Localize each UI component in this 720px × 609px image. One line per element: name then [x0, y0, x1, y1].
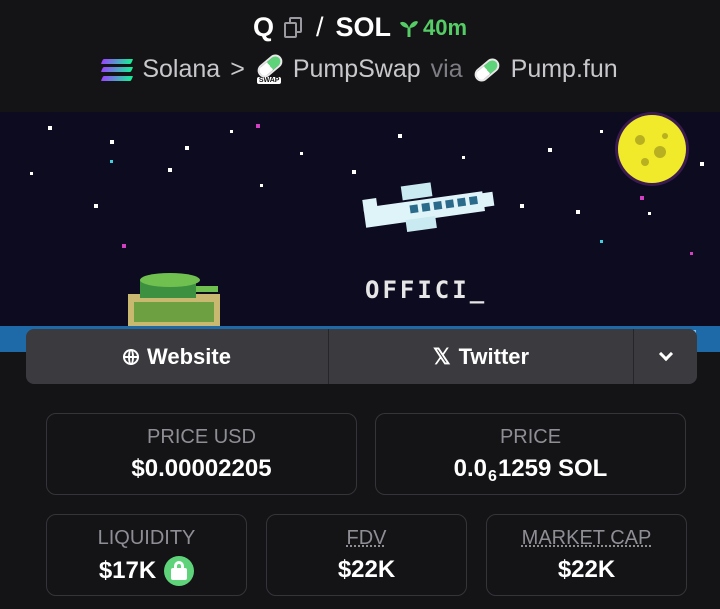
price-native-label: PRICE	[499, 426, 562, 448]
pumpfun-icon	[471, 55, 502, 84]
price-native-prefix: 0.0	[453, 455, 488, 482]
chevron-right-icon: >	[230, 55, 245, 83]
x-logo-icon: 𝕏	[432, 343, 451, 369]
fdv-card: FDV $22K	[266, 514, 467, 596]
via-label: via	[430, 55, 463, 83]
globe-icon	[123, 348, 140, 365]
base-symbol: Q	[252, 12, 274, 42]
quote-symbol: SOL	[335, 12, 391, 42]
pair-separator: /	[315, 12, 324, 42]
token-banner-image: OFFICI_	[0, 112, 720, 352]
banner-illustration: OFFICI_	[0, 112, 720, 352]
dex-link[interactable]: PumpSwap	[293, 55, 421, 84]
launchpad-link[interactable]: Pump.fun	[511, 55, 618, 84]
website-button[interactable]: Website	[26, 329, 329, 384]
fdv-label[interactable]: FDV	[267, 527, 466, 550]
banner-text: OFFICI_	[365, 276, 487, 304]
twitter-label: Twitter	[458, 343, 530, 369]
chain-link[interactable]: Solana	[142, 55, 220, 84]
solana-icon	[101, 58, 134, 81]
market-cap-value: $22K	[557, 556, 616, 583]
website-label: Website	[147, 343, 231, 369]
lock-icon[interactable]	[164, 556, 195, 586]
age-value: 40m	[423, 14, 468, 40]
price-usd-label: PRICE USD	[147, 426, 256, 448]
price-usd-value: $0.00002205	[131, 455, 272, 482]
fdv-value: $22K	[337, 556, 396, 583]
pair-title: Q / SOL 40m	[0, 12, 720, 43]
price-usd-card: PRICE USD $0.00002205	[46, 413, 357, 495]
liquidity-value: $17K	[98, 557, 157, 584]
price-native-suffix: 1259 SOL	[497, 455, 608, 482]
token-header: Q / SOL 40m Solana > SWAP PumpSwap via P…	[0, 0, 720, 112]
sprout-icon	[400, 20, 418, 37]
pair-age: 40m	[399, 15, 467, 41]
market-cap-card: MARKET CAP $22K	[486, 514, 687, 596]
liquidity-card: LIQUIDITY $17K	[46, 514, 247, 596]
liquidity-label: LIQUIDITY	[97, 527, 196, 549]
market-cap-label[interactable]: MARKET CAP	[487, 527, 686, 550]
more-links-button[interactable]	[634, 329, 697, 384]
chevron-down-icon	[658, 346, 673, 361]
copy-icon[interactable]	[283, 16, 304, 39]
pumpswap-icon-tag: SWAP	[256, 76, 282, 84]
twitter-button[interactable]: 𝕏 Twitter	[329, 329, 634, 384]
pumpswap-icon: SWAP	[254, 51, 286, 84]
price-native-zero-count: 6	[488, 468, 497, 485]
price-native-card: PRICE 0.0 6 1259 SOL	[375, 413, 686, 495]
route-breadcrumb: Solana > SWAP PumpSwap via Pump.fun	[0, 51, 720, 84]
social-links-bar: Website 𝕏 Twitter	[26, 329, 697, 384]
